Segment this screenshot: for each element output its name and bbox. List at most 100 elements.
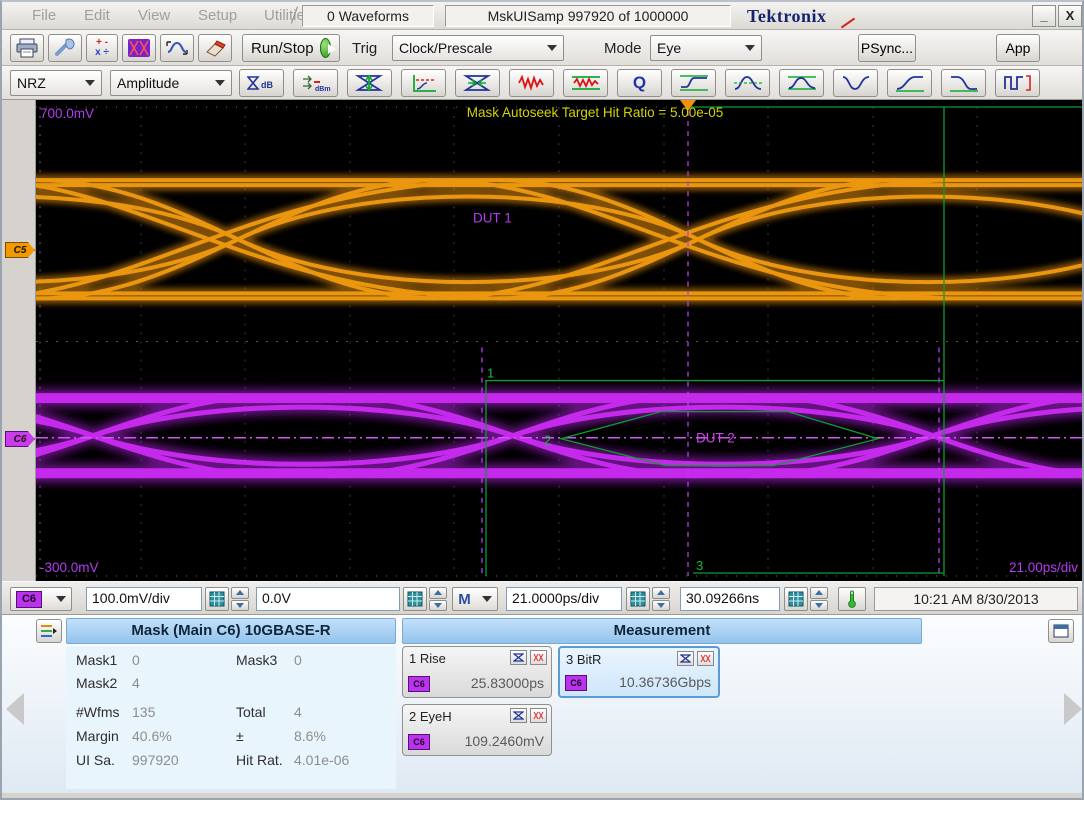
close-button[interactable]: X [1058,5,1082,27]
mask-panel-header[interactable]: Mask (Main C6) 10GBASE-R [66,618,396,644]
channel-c6-marker[interactable]: C6 [5,431,35,447]
waveform-plot[interactable]: 1 2 3 700.0mV -300.0mV 21.00ps/div Mask … [36,100,1082,581]
wrench-icon [53,38,77,58]
clear-data-button[interactable] [198,34,232,62]
meas-stat-icon[interactable] [510,708,527,723]
vertical-scale-keypad-button[interactable] [205,587,229,611]
eye-height-button[interactable] [347,69,392,97]
scroll-readouts-left-button[interactable] [6,693,24,725]
vertical-offset-keypad-button[interactable] [403,587,427,611]
measurement-panel-header[interactable]: Measurement [402,618,922,644]
vertical-offset-field[interactable]: 0.0V [256,587,400,611]
autoseek-banner: Mask Autoseek Target Hit Ratio = 5.00e-0… [467,105,724,120]
measurement-readout-eyeheight[interactable]: 2 EyeH C6 109.2460mV [402,704,552,756]
math-button[interactable]: + - x ÷ [86,34,118,62]
desktop-background [0,800,1084,814]
arrow-up-icon [236,590,244,595]
mode-select[interactable]: Eye [650,35,762,61]
jitter-rms-icon [571,73,601,93]
mask-row: Mask1 0 Mask3 0 [66,652,396,675]
spin-up-button[interactable] [652,587,670,599]
meas-category-select[interactable]: Amplitude [110,70,232,96]
optical-power-button[interactable]: dBm [293,69,338,97]
meas-source-badge: C6 [408,676,430,692]
pulse-midref-icon [787,73,817,93]
meas-value: 10.36736Gbps [619,674,711,690]
setup-tools-button[interactable] [48,34,82,62]
crossing-percent-button[interactable] [401,69,446,97]
meas-mask-icon[interactable] [530,708,547,723]
signal-type-select[interactable]: NRZ [10,70,102,96]
jitter-pp-button[interactable] [509,69,554,97]
top-scale-label: 700.0mV [40,106,94,121]
pulse-meas-button[interactable] [725,69,770,97]
meas-stat-icon[interactable] [677,651,694,666]
mask-setup-button[interactable] [122,34,156,62]
spin-down-button[interactable] [429,600,447,612]
time-scale-label: 21.00ps/div [1009,560,1078,575]
meas-mask-icon[interactable] [530,650,547,665]
pulse-mid-button[interactable] [779,69,824,97]
spin-up-button[interactable] [231,587,249,599]
tektronix-logo: Tektronix [747,6,827,27]
trigger-source-select[interactable]: Clock/Prescale [392,35,564,61]
horizontal-scale-field[interactable]: 21.0000ps/div [506,587,622,611]
channel-select-button[interactable]: C6 [10,587,72,611]
meas-source-badge: C6 [565,675,587,691]
spin-up-button[interactable] [810,587,828,599]
mask-row: Margin 40.6% ± 8.6% [66,728,396,751]
meas-stat-icon[interactable] [510,650,527,665]
menu-view[interactable]: View [138,7,170,24]
eye-width-icon [463,73,493,93]
amplitude-meas-button[interactable] [671,69,716,97]
measurement-readout-rise[interactable]: 1 Rise C6 25.83000ps [402,646,552,698]
keypad-icon [209,591,225,607]
spin-down-button[interactable] [652,600,670,612]
horizontal-scale-keypad-button[interactable] [626,587,650,611]
eye-width-button[interactable] [455,69,500,97]
meas-mask-icon[interactable] [697,651,714,666]
acquisition-status: MskUISamp 997920 of 1000000 [445,5,731,27]
q-factor-button[interactable]: Q [617,69,662,97]
autoset-button[interactable] [160,34,194,62]
extinction-ratio-icon: dB [247,73,277,93]
measurement-readout-bitrate[interactable]: 3 BitR C6 10.36736Gbps [558,646,720,698]
extinction-ratio-button[interactable]: dB [239,69,284,97]
vertical-scale-field[interactable]: 100.0mV/div [86,587,202,611]
print-button[interactable] [10,34,44,62]
menu-file[interactable]: File [32,7,56,24]
psync-button[interactable]: PSync... [858,34,916,62]
waveform-display-area: C5 C6 [2,100,1082,581]
q-factor-icon: Q [633,73,646,93]
run-stop-button[interactable]: Run/Stop [242,34,340,62]
burst-meas-button[interactable] [995,69,1040,97]
arrow-down-icon [657,603,665,608]
jitter-pp-icon [517,73,547,93]
menu-edit[interactable]: Edit [84,7,110,24]
mask-row: UI Sa. 997920 Hit Rat. 4.01e-06 [66,752,396,775]
keypad-icon [788,591,804,607]
timebase-select-button[interactable]: M [452,587,498,611]
menu-setup[interactable]: Setup [198,7,237,24]
keypad-icon [630,591,646,607]
scroll-readouts-right-button[interactable] [1064,693,1082,725]
minimize-button[interactable]: _ [1032,5,1056,27]
spin-down-button[interactable] [810,600,828,612]
jitter-rms-button[interactable] [563,69,608,97]
horizontal-position-keypad-button[interactable] [784,587,808,611]
chevron-down-icon [215,80,225,86]
app-button[interactable]: App [996,34,1040,62]
channel-c5-marker[interactable]: C5 [5,242,35,258]
temperature-button[interactable] [838,587,866,611]
edge-meas-button[interactable] [887,69,932,97]
spin-down-button[interactable] [231,600,249,612]
dut1-label: DUT 1 [473,210,512,225]
float-panel-button[interactable] [1048,619,1074,643]
spin-up-button[interactable] [429,587,447,599]
svg-text:dBm: dBm [315,86,331,93]
valley-meas-button[interactable] [833,69,878,97]
fall-meas-button[interactable] [941,69,986,97]
tektronix-swoosh-icon [841,18,855,29]
readouts-menu-button[interactable] [36,619,62,643]
horizontal-position-field[interactable]: 30.09266ns [680,587,780,611]
